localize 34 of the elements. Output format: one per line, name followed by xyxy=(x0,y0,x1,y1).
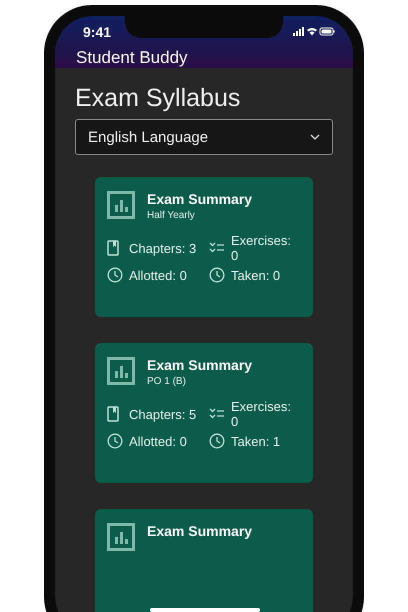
page-heading: Exam Syllabus xyxy=(75,84,242,113)
bar-chart-icon xyxy=(107,357,135,385)
book-icon xyxy=(107,406,119,422)
clock-icon xyxy=(107,267,123,283)
bar-chart-icon xyxy=(107,523,135,551)
app-title: Student Buddy xyxy=(76,48,188,68)
clock-icon xyxy=(209,433,225,449)
chapters-count: Chapters: 3 xyxy=(129,240,198,256)
home-indicator[interactable] xyxy=(150,608,260,612)
status-icons xyxy=(293,27,335,37)
chevron-down-icon xyxy=(310,134,320,140)
exam-summary-card[interactable]: Exam Summary Half Yearly Chapters: 3 Exercises: 0 Allotted: 0 Taken: 0 xyxy=(95,177,313,317)
status-time: 9:41 xyxy=(83,24,112,40)
bar-chart-icon xyxy=(107,191,135,219)
exam-summary-card[interactable]: Exam Summary xyxy=(95,509,313,612)
card-title: Exam Summary xyxy=(147,191,252,207)
taken-time: Taken: 1 xyxy=(231,434,282,448)
chapters-count: Chapters: 5 xyxy=(129,406,198,422)
subject-dropdown[interactable]: English Language xyxy=(75,119,333,155)
clock-icon xyxy=(209,267,225,283)
allotted-time: Allotted: 0 xyxy=(129,268,188,282)
book-icon xyxy=(107,240,119,256)
exercises-count: Exercises: 0 xyxy=(231,233,292,263)
taken-time: Taken: 0 xyxy=(231,268,282,282)
checklist-icon xyxy=(209,408,225,420)
checklist-icon xyxy=(209,242,225,254)
exam-summary-card[interactable]: Exam Summary PO 1 (B) Chapters: 5 Exercises: 0 Allotted: 0 Taken: 1 xyxy=(95,343,313,483)
card-title: Exam Summary xyxy=(147,523,252,539)
card-title: Exam Summary xyxy=(147,357,252,373)
card-subtitle: Half Yearly xyxy=(147,210,196,221)
allotted-time: Allotted: 0 xyxy=(129,434,188,448)
exercises-count: Exercises: 0 xyxy=(231,399,292,429)
card-subtitle: PO 1 (B) xyxy=(147,376,187,387)
clock-icon xyxy=(107,433,123,449)
